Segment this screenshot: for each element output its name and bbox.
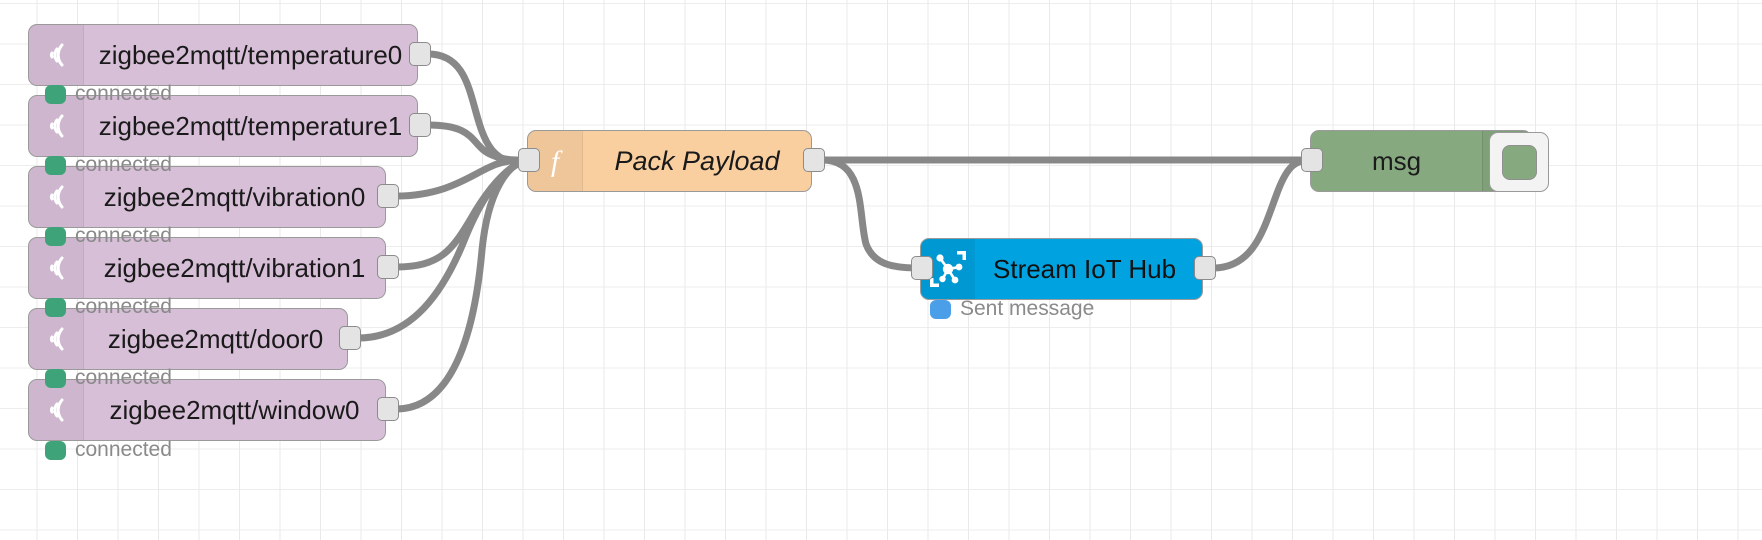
wire-function-to-iothub [818,156,924,272]
mqtt-node-output-port-door0[interactable] [339,326,361,350]
function-node-label: Pack Payload [614,145,780,176]
wire-iothub-to-debug [1209,156,1314,272]
iothub-node-label: Stream IoT Hub [993,253,1177,284]
wire-temperature0-to-function [424,50,531,165]
status-label: connected [75,153,172,176]
status-label: connected [75,366,172,389]
mqtt-node-temperature0[interactable]: zigbee2mqtt/temperature0 [28,24,418,86]
wire-vibration1-to-function [392,156,531,271]
status-dot-connected [45,368,66,388]
svg-text:f: f [551,145,563,177]
function-node-pack-payload[interactable]: f Pack Payload [527,130,812,192]
function-node-output-port[interactable] [803,148,825,172]
mqtt-node-output-port-vibration0[interactable] [377,184,399,208]
status-label: connected [75,82,172,105]
mqtt-status-temperature1: connected [45,153,172,177]
debug-enable-toggle[interactable] [1489,132,1549,192]
debug-node-input-port[interactable] [1301,148,1323,172]
mqtt-status-door0: connected [45,366,172,390]
status-label: connected [75,438,172,461]
status-dot-connected [45,84,66,104]
mqtt-node-label: zigbee2mqtt/temperature0 [98,39,403,70]
mqtt-node-output-port-vibration1[interactable] [377,255,399,279]
iothub-status: Sent message [930,297,1094,321]
mqtt-node-output-port-window0[interactable] [377,397,399,421]
mqtt-status-vibration1: connected [45,295,172,319]
iothub-node-output-port[interactable] [1194,256,1216,280]
debug-toggle-indicator[interactable] [1501,144,1537,180]
status-dot-connected [45,297,66,317]
iothub-node-input-port[interactable] [911,256,933,280]
iothub-node-stream[interactable]: Stream IoT Hub [920,238,1203,300]
wire-vibration0-to-function [392,156,531,200]
mqtt-status-window0: connected [45,438,172,462]
mqtt-node-output-port-temperature1[interactable] [409,113,431,137]
status-dot-connected [45,226,66,246]
node-red-flow-canvas[interactable]: zigbee2mqtt/temperature0 connected zigbe… [0,0,1762,540]
mqtt-status-temperature0: connected [45,82,172,106]
debug-node-label: msg [1371,145,1422,176]
status-dot-connected [45,440,66,460]
mqtt-status-vibration0: connected [45,224,172,248]
status-dot-sent [930,299,951,319]
status-label: connected [75,295,172,318]
status-label: Sent message [960,297,1095,320]
status-dot-connected [45,155,66,175]
status-label: connected [75,224,172,247]
wire-window0-to-function [392,156,531,413]
mqtt-signal-icon [29,25,84,85]
function-node-input-port[interactable] [518,148,540,172]
mqtt-node-output-port-temperature0[interactable] [409,42,431,66]
wire-temperature1-to-function [424,121,531,164]
